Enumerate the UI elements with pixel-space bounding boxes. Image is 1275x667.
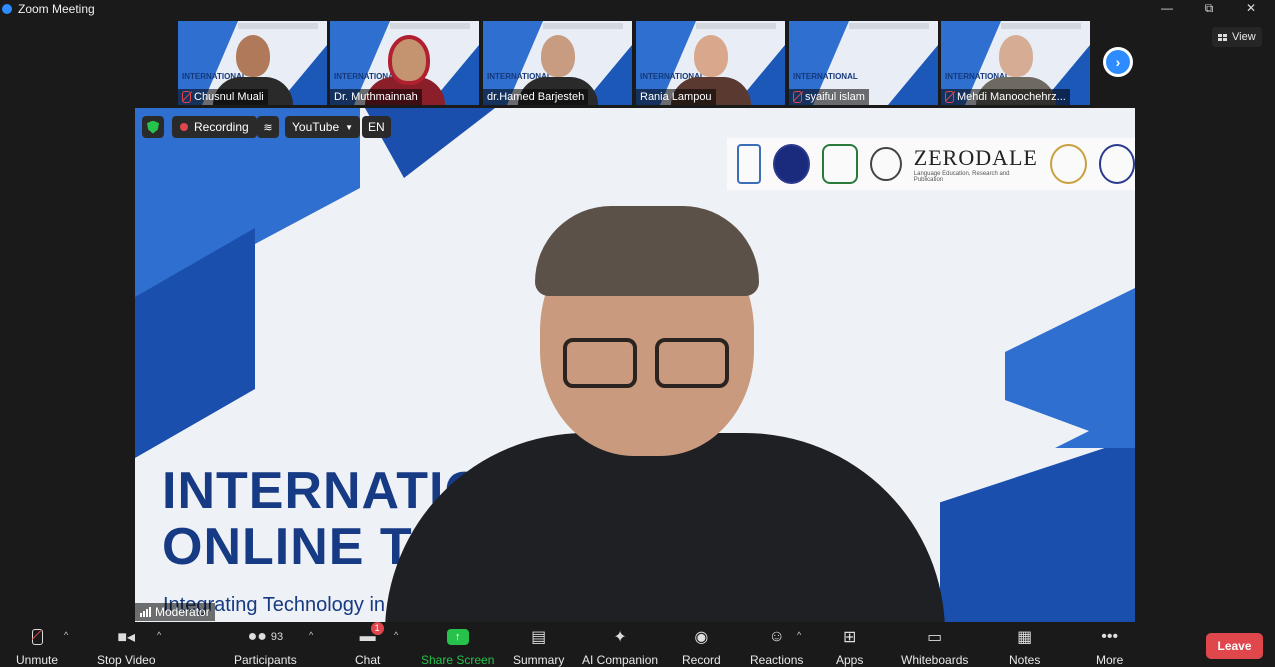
zerodale-logo-subtext: Language Education, Research and Publica… xyxy=(913,171,1010,183)
mic-muted-icon xyxy=(31,626,43,648)
smiley-icon: ☺ xyxy=(768,628,785,645)
participant-tile[interactable]: INTERNATIONAL Chusnul Muali xyxy=(178,21,327,105)
video-camera-icon: ■◂ xyxy=(117,629,136,646)
zerodale-emblem-icon xyxy=(870,147,902,181)
summary-button[interactable]: ▤ Summary xyxy=(513,626,564,667)
chat-bubble-icon: ▬ 1 xyxy=(360,622,384,648)
speaker-glasses xyxy=(563,338,637,388)
caret-down-icon: ▼ xyxy=(345,122,354,132)
minimize-button[interactable]: — xyxy=(1152,0,1182,16)
whiteboard-icon: ▭ xyxy=(927,629,943,646)
speaker-glasses xyxy=(655,338,729,388)
signal-bars-icon xyxy=(140,607,151,617)
speaker-hair xyxy=(535,206,759,296)
language-label: EN xyxy=(368,120,385,134)
ai-companion-button[interactable]: ✦ AI Companion xyxy=(582,626,658,667)
recording-indicator[interactable]: Recording xyxy=(172,116,257,138)
next-page-button[interactable]: › xyxy=(1103,47,1133,77)
reactions-options-caret[interactable]: ^ xyxy=(797,630,801,640)
notes-icon: ▦ xyxy=(1017,629,1033,646)
leave-button[interactable]: Leave xyxy=(1206,633,1263,659)
grid-view-icon xyxy=(1218,33,1227,41)
window-title: Zoom Meeting xyxy=(18,2,95,16)
recording-label: Recording xyxy=(194,120,249,134)
whiteboards-button[interactable]: ▭ Whiteboards xyxy=(901,626,968,667)
participant-tile[interactable]: INTERNATIONAL Dr. Muthmainnah xyxy=(330,21,479,105)
speaker-name-bar: Moderator xyxy=(135,603,215,621)
main-video: ZERODALE Language Education, Research an… xyxy=(135,108,1135,622)
apps-icon: ⊞ xyxy=(842,629,857,646)
mic-muted-icon xyxy=(793,91,802,103)
participant-name: Dr. Muthmainnah xyxy=(334,91,418,103)
participant-name: dr.Hamed Barjesteh xyxy=(487,91,585,103)
close-button[interactable]: ✕ xyxy=(1236,0,1266,16)
participant-tile[interactable]: INTERNATIONAL Mehdi Manoochehrz... xyxy=(941,21,1090,105)
share-screen-button[interactable]: ↑ Share Screen xyxy=(421,626,494,667)
university-logo xyxy=(773,144,810,184)
participants-options-caret[interactable]: ^ xyxy=(309,630,313,640)
mic-muted-icon xyxy=(945,91,954,103)
shield-icon xyxy=(147,120,159,134)
record-button[interactable]: ◉ Record xyxy=(682,626,721,667)
participants-button[interactable]: ●● 93 Participants xyxy=(234,626,297,667)
university-logo xyxy=(1049,144,1087,184)
participant-tile[interactable]: INTERNATIONAL dr.Hamed Barjesteh xyxy=(483,21,632,105)
participant-name-bar: Rania Lampou xyxy=(636,89,716,105)
stop-video-button[interactable]: ■◂ Stop Video xyxy=(97,626,156,667)
audio-options-caret[interactable]: ^ xyxy=(64,630,68,640)
participant-name: Rania Lampou xyxy=(640,91,712,103)
recording-dot-icon xyxy=(180,123,188,131)
university-logo xyxy=(737,144,762,184)
notes-button[interactable]: ▦ Notes xyxy=(1009,626,1040,667)
participant-name-bar: Dr. Muthmainnah xyxy=(330,89,422,105)
mic-muted-icon xyxy=(182,91,191,103)
restore-button[interactable]: ⧉ xyxy=(1194,0,1224,16)
chevron-right-icon: › xyxy=(1106,50,1130,74)
participant-name: Chusnul Muali xyxy=(194,91,264,103)
chat-options-caret[interactable]: ^ xyxy=(394,630,398,640)
more-button[interactable]: ••• More xyxy=(1096,626,1123,667)
participant-tile[interactable]: INTERNATIONAL syaiful islam xyxy=(789,21,938,105)
meeting-toolbar: Unmute ^ ■◂ Stop Video ^ ●● 93 Participa… xyxy=(0,622,1275,667)
participants-icon: ●● 93 xyxy=(247,628,284,645)
participant-tile[interactable]: INTERNATIONAL Rania Lampou xyxy=(636,21,785,105)
apps-button[interactable]: ⊞ Apps xyxy=(836,626,863,667)
participant-name: syaiful islam xyxy=(805,91,865,103)
zerodale-logo-text: ZERODALE xyxy=(913,145,1038,170)
zoom-app-icon xyxy=(2,4,12,14)
participant-name-bar: Mehdi Manoochehrz... xyxy=(941,89,1070,105)
view-label: View xyxy=(1232,31,1256,43)
university-logo xyxy=(821,144,859,184)
unmute-button[interactable]: Unmute xyxy=(16,626,58,667)
university-logo xyxy=(1098,144,1135,184)
participant-name-bar: syaiful islam xyxy=(789,89,869,105)
speaker-name: Moderator xyxy=(155,605,210,619)
record-icon: ◉ xyxy=(694,629,709,646)
participant-name: Mehdi Manoochehrz... xyxy=(957,91,1066,103)
stream-icon: ≋ xyxy=(263,121,273,134)
stream-target-label: YouTube xyxy=(292,120,340,134)
reactions-button[interactable]: ☺ Reactions xyxy=(750,626,803,667)
view-button[interactable]: View xyxy=(1212,27,1262,47)
language-button[interactable]: EN xyxy=(362,116,391,138)
summary-doc-icon: ▤ xyxy=(531,629,547,646)
stream-target-dropdown[interactable]: YouTube ▼ xyxy=(285,116,361,138)
live-stream-status[interactable]: ≋ xyxy=(257,116,279,138)
security-status[interactable] xyxy=(142,116,164,138)
more-dots-icon: ••• xyxy=(1101,628,1119,645)
video-options-caret[interactable]: ^ xyxy=(157,630,161,640)
sparkle-icon: ✦ xyxy=(613,629,627,646)
title-bar: Zoom Meeting xyxy=(0,0,1275,18)
chat-button[interactable]: ▬ 1 Chat xyxy=(355,622,384,667)
chat-unread-badge: 1 xyxy=(370,622,384,635)
sponsor-logos: ZERODALE Language Education, Research an… xyxy=(727,138,1135,190)
participant-name-bar: dr.Hamed Barjesteh xyxy=(483,89,589,105)
participant-name-bar: Chusnul Muali xyxy=(178,89,268,105)
share-screen-icon: ↑ xyxy=(446,629,469,645)
